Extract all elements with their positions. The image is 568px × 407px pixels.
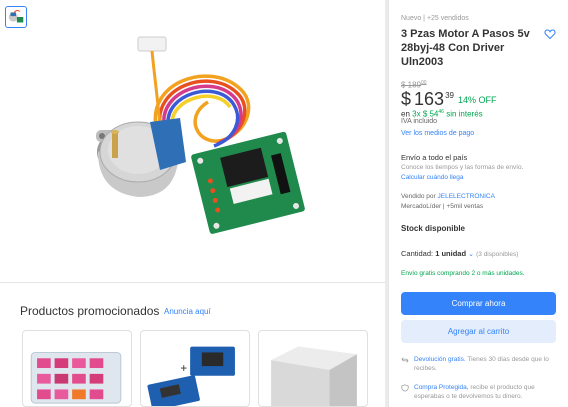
gallery-thumbnail[interactable] <box>5 6 27 28</box>
gallery-panel: Productos promocionados Anuncia aquí + <box>0 0 385 407</box>
protected-purchase-link[interactable]: Compra Protegida, <box>414 384 469 391</box>
free-returns-link[interactable]: Devolución gratis. <box>414 356 466 363</box>
heart-icon[interactable] <box>544 28 556 40</box>
page: Productos promocionados Anuncia aquí + N… <box>0 0 568 407</box>
protected-purchase-benefit: Compra Protegida, recibe el producto que… <box>401 383 560 401</box>
promoted-product-card[interactable] <box>258 330 368 407</box>
current-price: $ 163 39 14% OFF <box>401 89 558 110</box>
returns-benefit: Devolución gratis. Tienes 30 días desde … <box>401 355 560 373</box>
quantity-selector[interactable]: Cantidad: 1 unidad ⌄ (3 disponibles) <box>401 249 558 258</box>
price-currency: $ <box>401 89 412 109</box>
add-to-cart-button[interactable]: Agregar al carrito <box>401 320 556 343</box>
promoted-product-image <box>30 351 122 404</box>
promoted-products-title: Productos promocionados <box>20 304 160 318</box>
price-amount: 163 <box>414 89 445 109</box>
available-count: (3 disponibles) <box>476 251 519 258</box>
return-arrow-icon <box>401 357 409 363</box>
shield-icon <box>401 384 409 392</box>
shipping-subtitle: Conoce los tiempos y las formas de envío… <box>401 164 524 171</box>
promoted-product-image <box>271 346 357 406</box>
shipping-title: Envío a todo el país <box>401 153 468 162</box>
promoted-product-card[interactable] <box>22 330 132 407</box>
free-shipping-note: Envío gratis comprando 2 o más unidades. <box>401 270 525 277</box>
product-main-image[interactable] <box>88 22 310 252</box>
promoted-product-card[interactable]: + <box>140 330 250 407</box>
seller-info: Vendido por JELELECTRONICA <box>401 193 495 200</box>
svg-text:+: + <box>180 362 187 375</box>
price-cents: 39 <box>445 91 454 100</box>
stock-status: Stock disponible <box>401 224 466 233</box>
purchase-panel: Nuevo | +25 vendidos 3 Pzas Motor A Paso… <box>388 0 568 407</box>
discount-badge: 14% OFF <box>457 95 497 105</box>
quantity-value[interactable]: 1 unidad <box>435 249 466 258</box>
seller-reputation: MercadoLíder | +5mil ventas <box>401 203 484 210</box>
condition-sold-count: Nuevo | +25 vendidos <box>401 15 469 22</box>
chevron-down-icon[interactable]: ⌄ <box>468 251 474 258</box>
payment-methods-link[interactable]: Ver los medios de pago <box>401 130 558 137</box>
section-divider <box>0 282 385 283</box>
seller-name-link[interactable]: JELELECTRONICA <box>438 193 495 200</box>
product-title: 3 Pzas Motor A Pasos 5v 28byj-48 Con Dri… <box>401 28 530 68</box>
calculate-delivery-link[interactable]: Calcular cuándo llega <box>401 174 558 181</box>
advertise-link[interactable]: Anuncia aquí <box>164 307 211 316</box>
promoted-product-image: + <box>147 346 235 406</box>
tax-note: IVA incluido <box>401 118 438 125</box>
buy-now-button[interactable]: Comprar ahora <box>401 292 556 315</box>
